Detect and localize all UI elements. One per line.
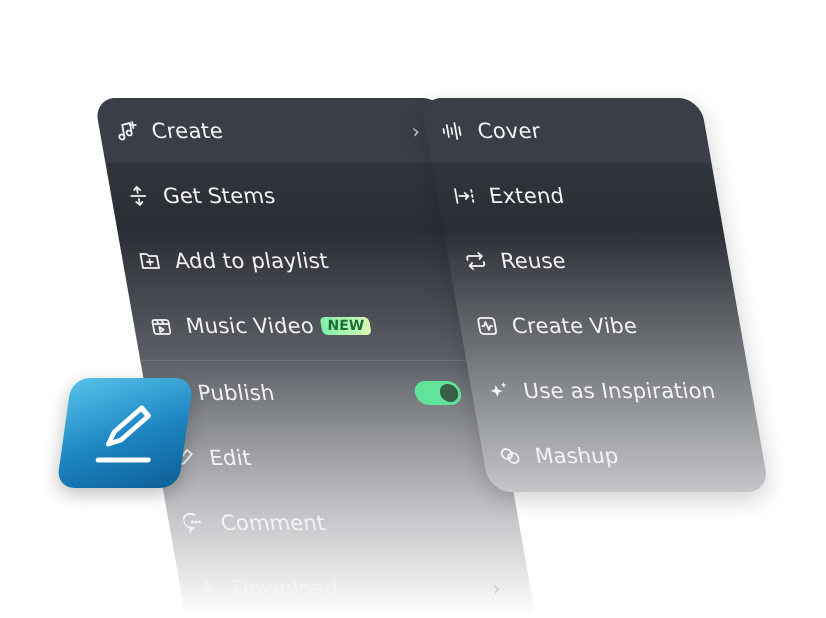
waveform-icon — [437, 118, 468, 144]
menu-item-label: Comment — [218, 510, 328, 535]
comment-icon — [181, 510, 212, 536]
video-clip-icon — [146, 313, 177, 339]
menu-item-label: Add to playlist — [172, 248, 331, 273]
pencil-icon — [89, 400, 164, 466]
submenu-item-label: Cover — [475, 118, 543, 143]
toggle-knob — [438, 383, 460, 402]
menu-item-label: Publish — [195, 380, 277, 405]
menu-item-label: Get Stems — [161, 183, 278, 208]
menu-item-music-video[interactable]: Music Video NEW — [128, 293, 489, 358]
submenu-item-mashup[interactable]: Mashup — [477, 423, 768, 488]
submenu-item-label: Mashup — [532, 443, 621, 468]
menu-item-edit[interactable]: Edit — [152, 425, 513, 490]
menu-item-download[interactable]: Download › — [175, 555, 536, 618]
folder-plus-icon — [134, 248, 165, 274]
edit-app-tile — [56, 378, 194, 488]
submenu-item-extend[interactable]: Extend — [431, 163, 722, 228]
submenu-item-use-as-inspiration[interactable]: Use as Inspiration — [466, 358, 757, 423]
submenu-item-create-vibe[interactable]: Create Vibe — [454, 293, 745, 358]
menu-item-label: Download — [230, 575, 341, 600]
music-note-plus-icon — [111, 118, 142, 144]
link-circles-icon — [495, 443, 526, 469]
menu-item-add-to-playlist[interactable]: Add to playlist — [117, 228, 478, 293]
menu-item-publish[interactable]: Publish — [140, 360, 501, 425]
menu-item-label: Music Video — [183, 313, 316, 338]
submenu-item-label: Extend — [487, 183, 567, 208]
new-badge: NEW — [319, 316, 372, 335]
menu-item-get-stems[interactable]: Get Stems — [105, 163, 466, 228]
chevron-right-icon: › — [490, 575, 503, 600]
menu-item-label: Edit — [207, 445, 253, 470]
submenu-item-reuse[interactable]: Reuse — [443, 228, 734, 293]
chevron-right-icon: › — [409, 118, 422, 143]
menu-item-comment[interactable]: Comment — [163, 490, 524, 555]
menu-item-label: Create — [149, 118, 225, 143]
publish-toggle[interactable] — [412, 380, 464, 405]
submenu-item-cover[interactable]: Cover — [420, 98, 712, 163]
sparkles-icon — [483, 378, 514, 404]
pulse-icon — [472, 313, 503, 339]
submenu-item-label: Reuse — [498, 248, 568, 273]
submenu-item-label: Create Vibe — [509, 313, 639, 338]
submenu-item-label: Use as Inspiration — [521, 378, 718, 403]
split-arrows-icon — [123, 183, 154, 209]
extend-icon — [449, 183, 480, 209]
download-icon — [192, 575, 223, 601]
repeat-icon — [460, 248, 491, 274]
menu-item-create[interactable]: Create › — [94, 98, 456, 163]
